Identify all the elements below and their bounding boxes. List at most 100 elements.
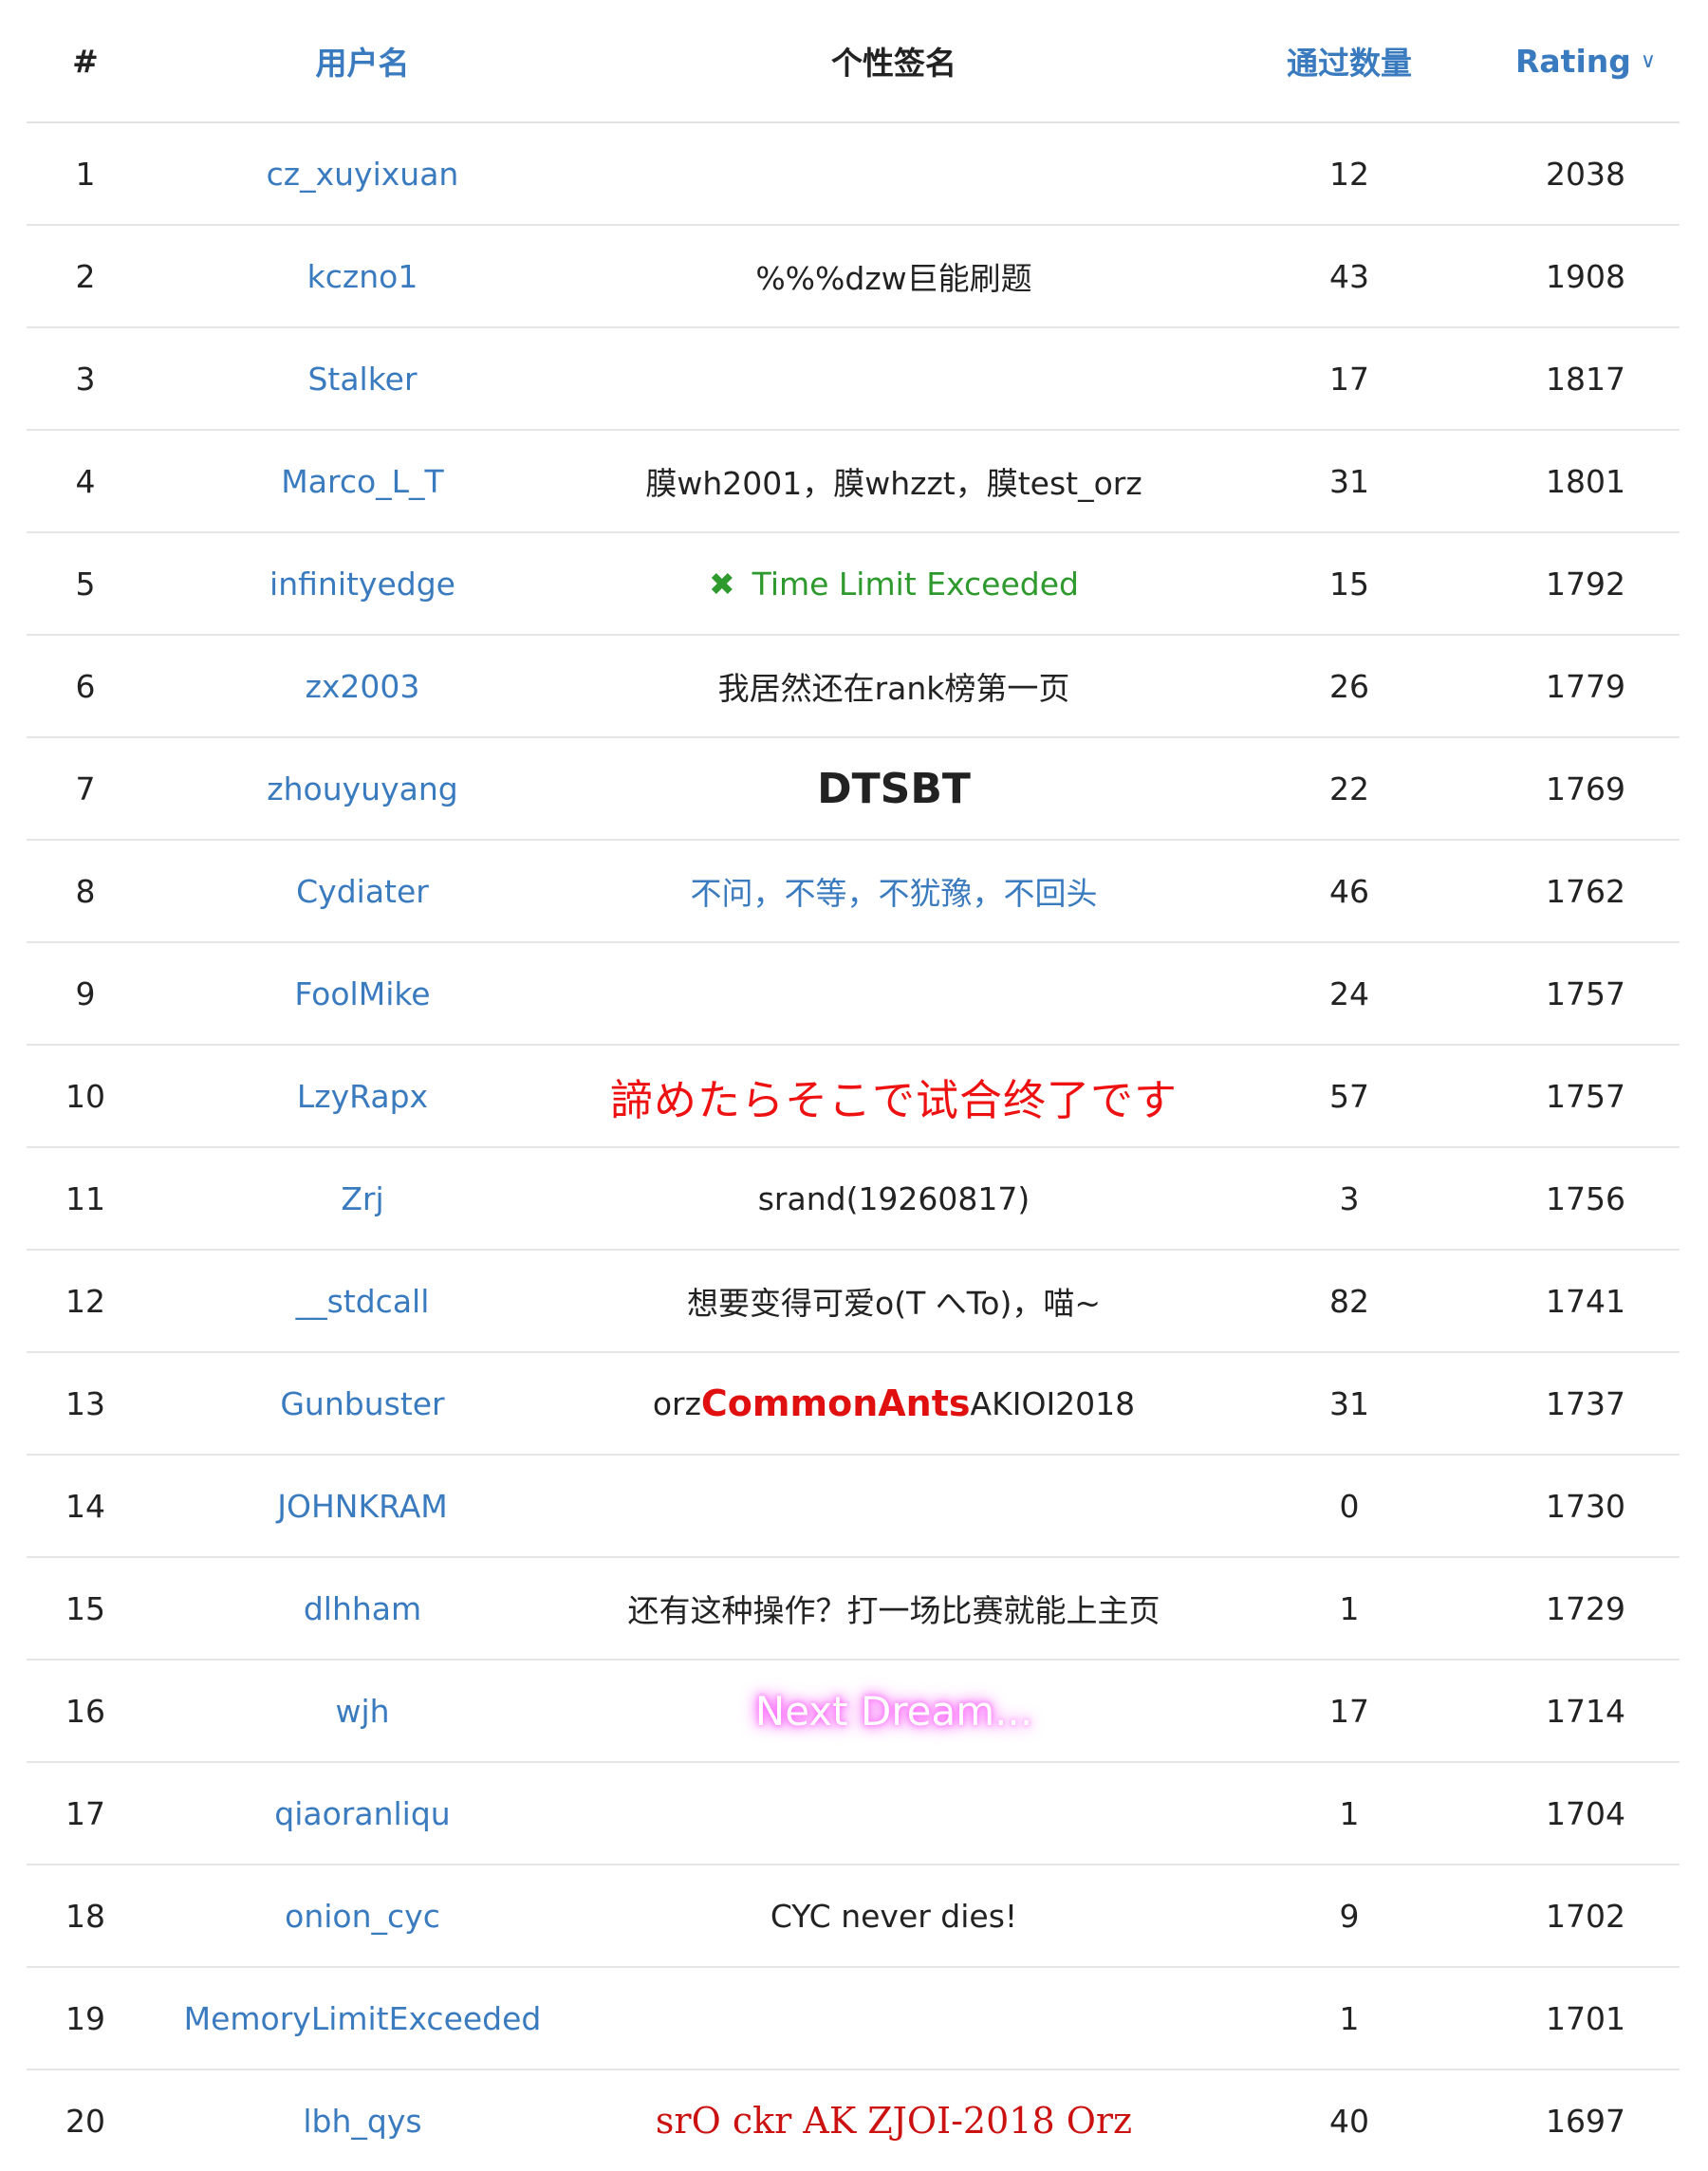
username-link[interactable]: LzyRapx: [144, 1046, 581, 1146]
signature-highlight: CommonAnts: [700, 1382, 971, 1424]
username-link[interactable]: onion_cyc: [144, 1865, 581, 1966]
header-signature: 个性签名: [831, 45, 956, 82]
accepted-count: 1: [1339, 1794, 1360, 1832]
signature-cell: [581, 328, 1207, 429]
username-link[interactable]: MemoryLimitExceeded: [144, 1968, 581, 2069]
username-link[interactable]: dlhham: [144, 1558, 581, 1659]
table-row: 6 zx2003 我居然还在rank榜第一页 26 1779: [27, 636, 1680, 738]
table-row: 7 zhouyuyang DTSBT 22 1769: [27, 738, 1680, 841]
username-link[interactable]: Zrj: [144, 1148, 581, 1249]
accepted-count: 57: [1329, 1077, 1369, 1115]
signature-cell: DTSBT: [817, 764, 971, 813]
rating-value: 1762: [1546, 872, 1625, 910]
header-username-sort[interactable]: 用户名: [144, 0, 581, 121]
rank-cell: 2: [75, 257, 96, 295]
signature-cell: orz CommonAnts AKIOI2018: [581, 1353, 1207, 1454]
username-link[interactable]: Stalker: [144, 328, 581, 429]
signature-cell: [581, 123, 1207, 224]
username-link[interactable]: zhouyuyang: [144, 738, 581, 839]
username-link[interactable]: infinityedge: [144, 533, 581, 634]
rank-cell: 8: [75, 872, 96, 910]
rating-value: 1757: [1546, 1077, 1625, 1115]
table-row: 12 __stdcall 想要变得可爱o(T へTo)，喵~ 82 1741: [27, 1251, 1680, 1353]
signature-part: orz: [652, 1384, 701, 1422]
accepted-count: 46: [1329, 872, 1369, 910]
accepted-count: 1: [1339, 1999, 1360, 2037]
header-rating-sort[interactable]: Rating ∨: [1492, 0, 1680, 121]
signature-cell: 还有这种操作？打一场比赛就能上主页: [627, 1592, 1160, 1629]
rank-cell: 4: [75, 462, 96, 500]
rating-value: 1702: [1546, 1897, 1625, 1935]
rating-value: 1704: [1546, 1794, 1625, 1832]
table-row: 19 MemoryLimitExceeded 1 1701: [27, 1968, 1680, 2070]
username-link[interactable]: qiaoranliqu: [144, 1763, 581, 1864]
rank-cell: 19: [65, 1999, 105, 2037]
username-link[interactable]: FoolMike: [144, 943, 581, 1044]
table-row: 17 qiaoranliqu 1 1704: [27, 1763, 1680, 1865]
table-row: 10 LzyRapx 諦めたらそこで试合终了です 57 1757: [27, 1046, 1680, 1148]
signature-cell: %%%dzw巨能刷题: [755, 260, 1032, 297]
username-link[interactable]: lbh_qys: [144, 2070, 581, 2171]
table-row: 5 infinityedge ✖ Time Limit Exceeded 15 …: [27, 533, 1680, 636]
username-link[interactable]: cz_xuyixuan: [144, 123, 581, 224]
header-accepted-sort[interactable]: 通过数量: [1207, 0, 1492, 121]
accepted-count: 22: [1329, 770, 1369, 807]
accepted-count: 43: [1329, 257, 1369, 295]
rank-cell: 5: [75, 565, 96, 603]
accepted-count: 26: [1329, 667, 1369, 705]
rating-value: 1730: [1546, 1487, 1625, 1525]
username-link[interactable]: zx2003: [144, 636, 581, 736]
rating-value: 1817: [1546, 360, 1625, 398]
rating-value: 1741: [1546, 1282, 1625, 1320]
rank-cell: 6: [75, 667, 96, 705]
accepted-count: 3: [1339, 1179, 1360, 1217]
username-link[interactable]: Marco_L_T: [144, 431, 581, 531]
accepted-count: 40: [1329, 2102, 1369, 2140]
rank-cell: 9: [75, 974, 96, 1012]
rank-cell: 14: [65, 1487, 105, 1525]
table-row: 15 dlhham 还有这种操作？打一场比赛就能上主页 1 1729: [27, 1558, 1680, 1661]
signature-cell: 諦めたらそこで试合终了です: [609, 1074, 1178, 1125]
rating-value: 1701: [1546, 1999, 1625, 2037]
accepted-count: 9: [1339, 1897, 1360, 1935]
accepted-count: 0: [1339, 1487, 1360, 1525]
username-link[interactable]: JOHNKRAM: [144, 1456, 581, 1556]
accepted-count: 12: [1329, 155, 1369, 193]
rank-cell: 3: [75, 360, 96, 398]
rating-value: 1697: [1546, 2102, 1625, 2140]
rating-value: 1792: [1546, 565, 1625, 603]
username-link[interactable]: kczno1: [144, 226, 581, 326]
table-row: 4 Marco_L_T 膜wh2001，膜whzzt，膜test_orz 31 …: [27, 431, 1680, 533]
rating-value: 1737: [1546, 1384, 1625, 1422]
rank-cell: 20: [65, 2102, 105, 2140]
rank-cell: 15: [65, 1589, 105, 1627]
signature-cell: srand(19260817): [757, 1179, 1030, 1217]
username-link[interactable]: Gunbuster: [144, 1353, 581, 1454]
signature-cell: 膜wh2001，膜whzzt，膜test_orz: [645, 465, 1142, 502]
table-row: 9 FoolMike 24 1757: [27, 943, 1680, 1046]
username-link[interactable]: __stdcall: [144, 1251, 581, 1351]
accepted-count: 17: [1329, 1692, 1369, 1730]
accepted-count: 17: [1329, 360, 1369, 398]
accepted-count: 31: [1329, 1384, 1369, 1422]
header-rating-label: Rating: [1515, 42, 1631, 80]
username-link[interactable]: Cydiater: [144, 841, 581, 941]
accepted-count: 1: [1339, 1589, 1360, 1627]
rating-value: 2038: [1546, 155, 1625, 193]
rating-value: 1801: [1546, 462, 1625, 500]
table-row: 16 wjh Next Dream... 17 1714: [27, 1661, 1680, 1763]
cross-icon: ✖: [709, 565, 735, 603]
username-link[interactable]: wjh: [144, 1661, 581, 1761]
rating-value: 1756: [1546, 1179, 1625, 1217]
signature-cell: 我居然还在rank榜第一页: [717, 670, 1070, 707]
rank-cell: 13: [65, 1384, 105, 1422]
signature-cell: 不问，不等，不犹豫，不回头: [690, 875, 1098, 912]
table-row: 18 onion_cyc CYC never dies! 9 1702: [27, 1865, 1680, 1968]
signature-cell: ✖ Time Limit Exceeded: [581, 533, 1207, 634]
signature-cell: [581, 1763, 1207, 1864]
ranklist-table: # 用户名 个性签名 通过数量 Rating ∨ 1 cz_xuyixuan 1…: [27, 0, 1680, 2171]
table-header: # 用户名 个性签名 通过数量 Rating ∨: [27, 0, 1680, 123]
rank-cell: 12: [65, 1282, 105, 1320]
signature-text: Time Limit Exceeded: [752, 565, 1079, 603]
rating-value: 1779: [1546, 667, 1625, 705]
